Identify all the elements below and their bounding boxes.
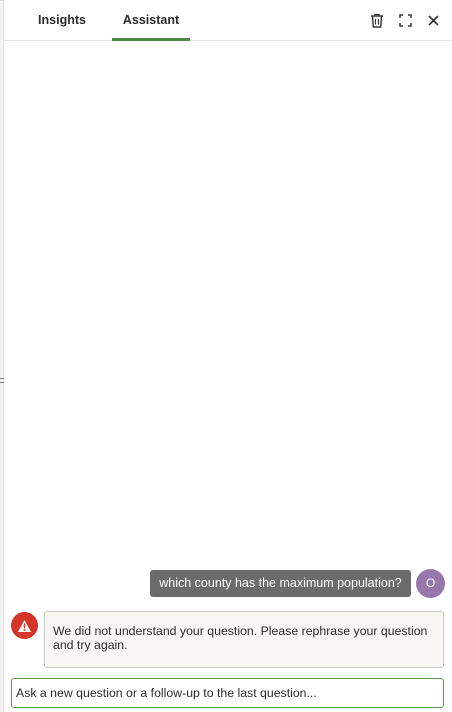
panel-header: Insights Assistant (4, 0, 452, 41)
close-icon (427, 14, 439, 26)
left-panel-edge (0, 0, 4, 712)
tab-insights[interactable]: Insights (34, 0, 90, 40)
trash-icon (371, 13, 383, 28)
question-input[interactable] (11, 678, 444, 708)
user-message-bubble: which county has the maximum population? (150, 570, 411, 597)
tab-assistant[interactable]: Assistant (112, 0, 190, 41)
avatar: O (416, 569, 445, 598)
user-message-row: which county has the maximum population?… (150, 569, 446, 598)
tab-assistant-label: Assistant (122, 13, 180, 27)
assistant-message-bubble: We did not understand your question. Ple… (44, 611, 444, 668)
resize-handle-mark[interactable] (0, 378, 4, 379)
expand-icon (398, 13, 412, 27)
clear-conversation-button[interactable] (368, 11, 386, 29)
expand-panel-button[interactable] (396, 11, 414, 29)
active-tab-indicator (112, 38, 190, 41)
resize-handle-mark[interactable] (0, 382, 4, 383)
warning-icon (11, 612, 38, 639)
close-panel-button[interactable] (424, 11, 442, 29)
tab-insights-label: Insights (38, 13, 86, 27)
